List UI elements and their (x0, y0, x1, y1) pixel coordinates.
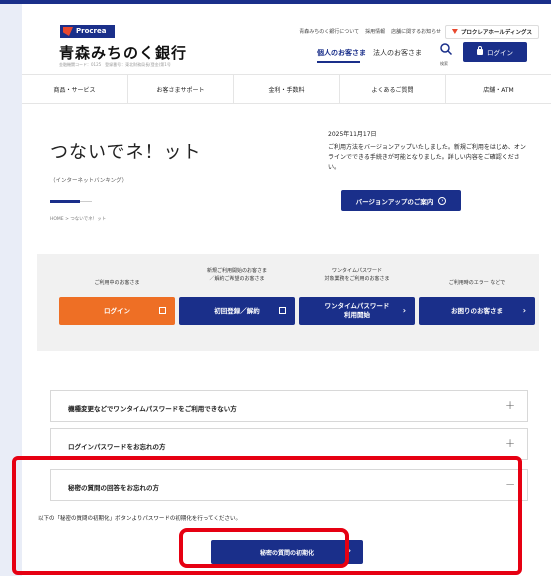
procrea-logo[interactable]: Procrea (60, 25, 115, 38)
version-up-button[interactable]: バージョンアップのご案内 › (341, 190, 461, 211)
tab-personal-underline (317, 61, 360, 63)
login-panel: ご利用中のお客さま 新規ご利用開始のお客さま ／解約ご希望のお客さま ワンタイム… (37, 254, 539, 351)
group-holdings-link[interactable]: プロクレアホールディングス (444, 25, 539, 39)
highlight-frame-button (179, 528, 349, 568)
tab-corporate[interactable]: 法人のお客さま (373, 48, 422, 58)
header-login-label: ログイン (487, 49, 513, 57)
otp-desc: ワンタイムパスワード 対象業務をご利用のお客さま (324, 268, 390, 282)
title-underline (50, 200, 80, 203)
utility-link-recruit[interactable]: 採用情報 (365, 28, 385, 35)
logo-text: Procrea (76, 27, 107, 35)
gnav-products[interactable]: 商品・サービス (22, 75, 127, 103)
plus-icon: + (504, 398, 515, 412)
plus-icon: + (504, 436, 515, 450)
global-nav: 商品・サービス お客さまサポート 金利・手数料 よくあるご質問 店舗・ATM (22, 74, 551, 104)
utility-links: 青森みちのく銀行について 採用情報 店舗に関するお知らせ (299, 28, 441, 35)
chevron-right-icon: › (402, 306, 406, 315)
trouble-desc: ご利用時のエラー などで (448, 280, 506, 286)
version-up-label: バージョンアップのご案内 (355, 197, 434, 206)
procrea-logo-icon (63, 27, 73, 36)
page-subtitle: （インターネットバンキング） (50, 178, 128, 184)
register-cancel-label: 初回登録／解約 (214, 306, 260, 315)
bank-name[interactable]: 青森みちのく銀行 (59, 42, 187, 63)
gnav-support[interactable]: お客さまサポート (127, 75, 233, 103)
utility-link-about[interactable]: 青森みちのく銀行について (299, 28, 359, 35)
trouble-label: お困りのお客さま (451, 306, 503, 315)
lock-icon (477, 46, 483, 55)
ib-login-button[interactable]: ログイン (59, 297, 175, 325)
register-cancel-button[interactable]: 初回登録／解約 (179, 297, 295, 325)
otp-start-button[interactable]: ワンタイムパスワード 利用開始 › (299, 297, 415, 325)
tab-personal[interactable]: 個人のお客さま (317, 48, 366, 58)
page-title: つないでネ！ット (50, 142, 202, 163)
accordion-title: 機種変更などでワンタイムパスワードをご利用できない方 (68, 405, 237, 413)
utility-link-branch-notice[interactable]: 店舗に関するお知らせ (391, 28, 441, 35)
accordion-title: ログインパスワードをお忘れの方 (68, 443, 166, 451)
header-login-button[interactable]: ログイン (463, 42, 527, 62)
register-desc: 新規ご利用開始のお客さま ／解約ご希望のお客さま (206, 268, 267, 282)
chevron-right-icon: › (522, 306, 526, 315)
gnav-rates[interactable]: 金利・手数料 (233, 75, 339, 103)
ib-login-label: ログイン (104, 306, 130, 315)
external-window-icon (159, 307, 166, 314)
gnav-branch-atm[interactable]: 店舗・ATM (445, 75, 551, 103)
notice-date: 2025年11月17日 (328, 131, 377, 138)
otp-start-label: ワンタイムパスワード 利用開始 (324, 302, 390, 319)
circle-arrow-icon: › (438, 196, 447, 205)
title-underline-thin (80, 201, 92, 202)
notice-text: ご利用方法をバージョンアップいたしました。新規ご利用をはじめ、オンラインでできる… (328, 144, 526, 171)
search-label[interactable]: 検索 (440, 61, 448, 67)
login-desc: ご利用中のお客さま (94, 280, 140, 286)
bank-registration: 金融機関コード：0125 登録番号：東北財務局長(登金)第1号 (59, 62, 171, 67)
breadcrumb[interactable]: HOME > つないでネ！ット (50, 216, 106, 222)
accordion-otp-device-change[interactable]: 機種変更などでワンタイムパスワードをご利用できない方 + (50, 390, 528, 422)
search-icon[interactable] (439, 42, 453, 62)
trouble-button[interactable]: お困りのお客さま › (419, 297, 535, 325)
site-header: Procrea 青森みちのく銀行 金融機関コード：0125 登録番号：東北財務局… (22, 4, 551, 74)
gnav-faq[interactable]: よくあるご質問 (339, 75, 445, 103)
external-window-icon (279, 307, 286, 314)
